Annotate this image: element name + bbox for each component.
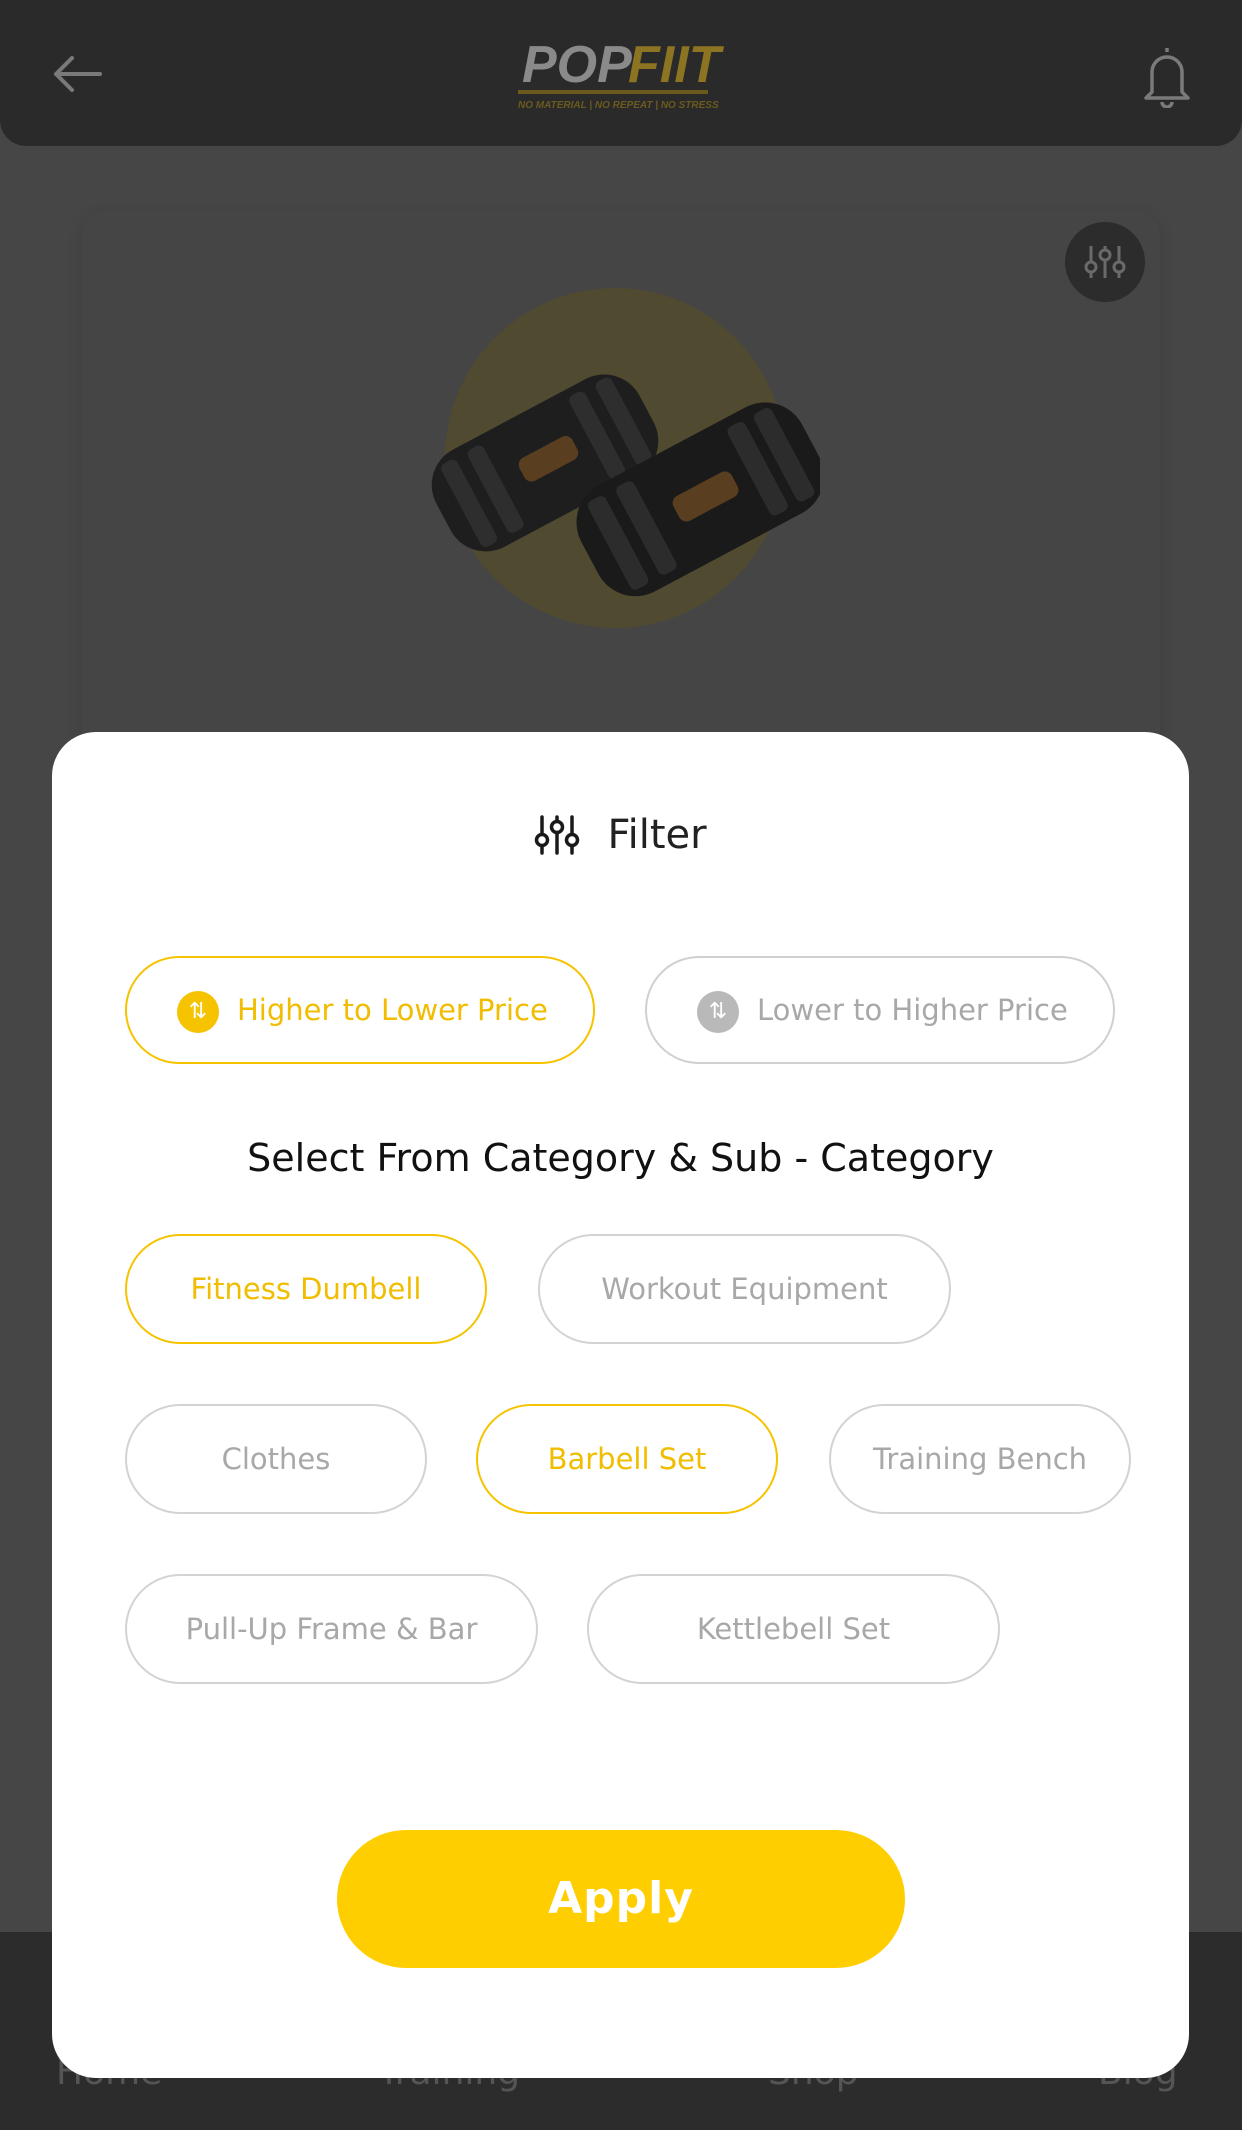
modal-title: Filter	[52, 812, 1189, 862]
category-chip-kettlebell-set[interactable]: Kettlebell Set	[587, 1574, 1000, 1684]
bell-icon[interactable]	[1140, 44, 1194, 108]
app-header: POP FIIT NO MATERIAL | NO REPEAT | NO ST…	[0, 0, 1242, 146]
sort-option-label: Lower to Higher Price	[757, 993, 1068, 1027]
popfiit-logo: POP FIIT NO MATERIAL | NO REPEAT | NO ST…	[518, 36, 725, 111]
category-chip-training-bench[interactable]: Training Bench	[829, 1404, 1131, 1514]
category-chip-workout-equipment[interactable]: Workout Equipment	[538, 1234, 951, 1344]
category-chip-pull-up-frame[interactable]: Pull-Up Frame & Bar	[125, 1574, 538, 1684]
filter-modal: Filter ⇅ Higher to Lower Price ⇅ Lower t…	[52, 732, 1189, 2078]
apply-button[interactable]: Apply	[337, 1830, 905, 1968]
sliders-icon	[535, 815, 580, 855]
sort-arrows-icon: ⇅	[697, 991, 739, 1033]
sort-low-to-high-button[interactable]: ⇅ Lower to Higher Price	[645, 956, 1115, 1064]
sliders-icon	[1084, 246, 1126, 278]
svg-text:FIIT: FIIT	[628, 36, 725, 94]
svg-text:NO MATERIAL | NO REPEAT | NO S: NO MATERIAL | NO REPEAT | NO STRESS	[518, 100, 719, 111]
svg-text:POP: POP	[522, 36, 632, 94]
filter-button[interactable]	[1065, 222, 1145, 302]
dumbbell-product-image	[431, 288, 820, 628]
category-heading: Select From Category & Sub - Category	[247, 1136, 994, 1180]
sort-arrows-icon: ⇅	[177, 991, 219, 1033]
sort-high-to-low-button[interactable]: ⇅ Higher to Lower Price	[125, 956, 595, 1064]
category-chip-barbell-set[interactable]: Barbell Set	[476, 1404, 778, 1514]
arrow-left-icon[interactable]	[50, 52, 104, 96]
category-chip-clothes[interactable]: Clothes	[125, 1404, 427, 1514]
modal-title-text: Filter	[607, 812, 707, 858]
sort-option-label: Higher to Lower Price	[237, 993, 548, 1027]
category-chip-fitness-dumbell[interactable]: Fitness Dumbell	[125, 1234, 487, 1344]
